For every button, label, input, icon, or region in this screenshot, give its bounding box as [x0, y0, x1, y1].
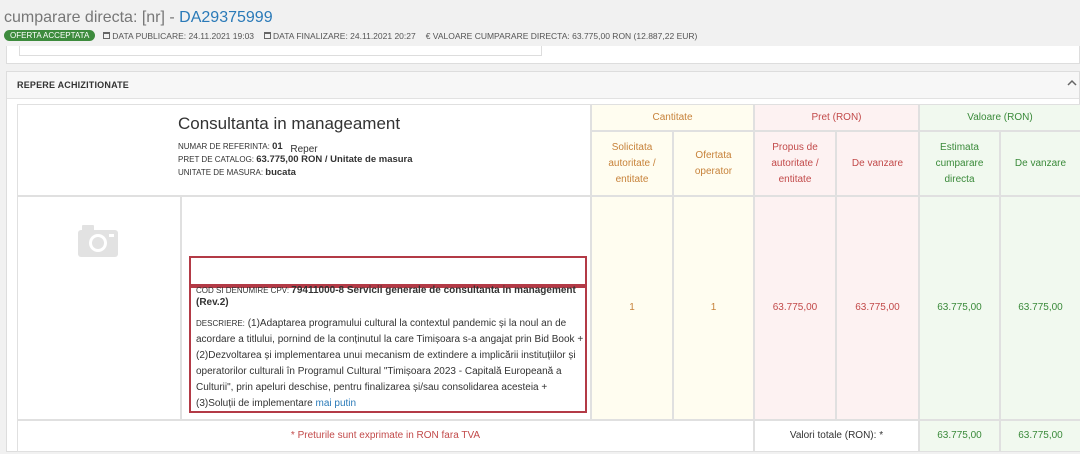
- header-valoare: Valoare (RON): [919, 104, 1080, 131]
- cpv-code: COD SI DENUMIRE CPV: 79411000-8 Servicii…: [196, 285, 584, 309]
- price-sale: 63.775,00: [836, 196, 919, 420]
- cpv-label: COD SI DENUMIRE CPV:: [196, 286, 290, 295]
- header-estimata: Estimata cumparare directa: [919, 131, 1000, 196]
- catalog-price: PRET DE CATALOG: 63.775,00 RON / Unitate…: [178, 153, 583, 166]
- page-header: cumparare directa: [nr] - DA29375999 OFE…: [0, 0, 1080, 46]
- value-sale: 63.775,00: [1000, 196, 1080, 420]
- publish-date-text: DATA PUBLICARE: 24.11.2021 19:03: [112, 30, 255, 41]
- status-badge: OFERTA ACCEPTATA: [4, 30, 96, 41]
- finalize-date: DATA FINALIZARE: 24.11.2021 20:27: [264, 31, 416, 41]
- ref-label: NUMAR DE REFERINTA:: [178, 142, 270, 151]
- item-description: DESCRIERE: (1)Adaptarea programului cult…: [196, 316, 584, 412]
- finalize-date-text: DATA FINALIZARE: 24.11.2021 20:27: [273, 30, 416, 41]
- details-panel: [6, 46, 1080, 64]
- calendar-icon: [103, 32, 111, 39]
- qty-requested: 1: [591, 196, 673, 420]
- price-label: PRET DE CATALOG:: [178, 155, 255, 164]
- section-header[interactable]: REPERE ACHIZITIONATE: [7, 72, 1079, 99]
- product-name: Consultanta in manageament: [178, 114, 401, 133]
- unit-of-measure: UNITATE DE MASURA: bucata: [178, 166, 583, 179]
- reference-number: NUMAR DE REFERINTA: 01: [178, 140, 583, 153]
- header-solicitata: Solicitata autoritate / entitate: [591, 131, 673, 196]
- unit-value: bucata: [265, 167, 296, 178]
- header-de-vanzare-valoare: De vanzare: [1000, 131, 1080, 196]
- vat-note: * Preturile sunt exprimate in RON fara T…: [17, 420, 754, 452]
- price-value: 63.775,00 RON / Unitate de masura: [256, 154, 413, 165]
- details-panel-inner: [19, 46, 542, 56]
- show-less-link[interactable]: mai putin: [316, 398, 357, 409]
- totals-label: Valori totale (RON): *: [754, 420, 919, 452]
- chevron-up-icon[interactable]: [1067, 78, 1077, 88]
- header-propus: Propus de autoritate / entitate: [754, 131, 836, 196]
- publish-date: DATA PUBLICARE: 24.11.2021 19:03: [103, 31, 254, 41]
- total-sale: 63.775,00: [1000, 420, 1080, 452]
- qty-offered: 1: [673, 196, 754, 420]
- price-proposed: 63.775,00: [754, 196, 836, 420]
- product-info: Consultanta in manageament NUMAR DE REFE…: [178, 114, 583, 179]
- title-prefix: cumparare directa: [nr] -: [4, 9, 180, 26]
- total-value: € VALOARE CUMPARARE DIRECTA: 63.775,00 R…: [425, 30, 698, 41]
- camera-icon: [78, 225, 118, 257]
- totals-label-text: Valori totale (RON): *: [789, 430, 884, 441]
- cpv-highlight: [189, 256, 587, 286]
- page-title: cumparare directa: [nr] - DA29375999: [4, 9, 273, 27]
- calendar-icon: [264, 32, 272, 39]
- section-title: REPERE ACHIZITIONATE: [17, 80, 130, 90]
- header-pret: Pret (RON): [754, 104, 919, 131]
- ref-value: 01: [272, 141, 283, 152]
- desc-value: (1)Adaptarea programului cultural la con…: [196, 318, 584, 409]
- meta-row: OFERTA ACCEPTATA DATA PUBLICARE: 24.11.2…: [4, 30, 707, 41]
- header-ofertata: Ofertata operator: [673, 131, 754, 196]
- value-estimated: 63.775,00: [919, 196, 1000, 420]
- header-de-vanzare-pret: De vanzare: [836, 131, 919, 196]
- unit-label: UNITATE DE MASURA:: [178, 168, 264, 177]
- desc-label: DESCRIERE:: [196, 319, 245, 328]
- procurement-code[interactable]: DA29375999: [179, 9, 272, 26]
- total-estimated: 63.775,00: [919, 420, 1000, 452]
- header-cantitate: Cantitate: [591, 104, 754, 131]
